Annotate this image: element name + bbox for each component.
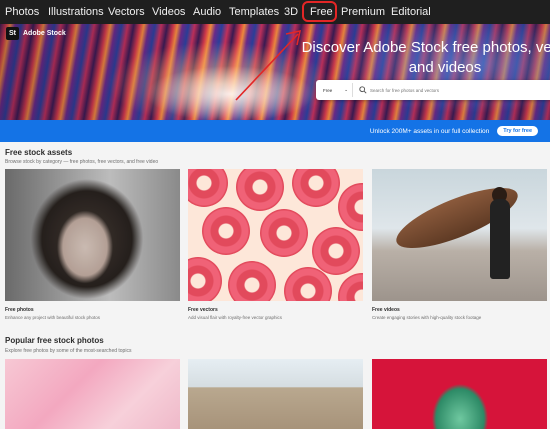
donut-icon [236, 169, 284, 211]
card-free-photos[interactable]: Free photos Enhance any project with bea… [5, 169, 180, 320]
donut-icon [188, 169, 228, 207]
section-title-free-assets: Free stock assets [5, 148, 73, 157]
card-title: Free vectors [188, 307, 218, 313]
adobe-stock-logo-icon: St [6, 27, 19, 40]
nav-templates[interactable]: Templates [229, 0, 279, 24]
popular-photo-thumbnail[interactable] [5, 359, 180, 429]
card-description: Enhance any project with beautiful stock… [5, 315, 101, 320]
section-subtitle-free-assets: Browse stock by category — free photos, … [5, 159, 159, 165]
nav-illustrations[interactable]: Illustrations [48, 0, 104, 24]
donut-icon [228, 261, 276, 301]
try-for-free-button[interactable]: Try for free [497, 126, 538, 136]
section-title-popular: Popular free stock photos [5, 336, 104, 345]
search-scope-value: Free [323, 87, 333, 93]
search-icon [359, 86, 367, 94]
nav-3d[interactable]: 3D [284, 0, 298, 24]
donut-icon [188, 257, 222, 301]
brand-name: Adobe Stock [23, 30, 66, 37]
nav-premium[interactable]: Premium [341, 0, 385, 24]
card-free-videos[interactable]: Free videos Create engaging stories with… [372, 169, 547, 320]
card-free-vectors[interactable]: Free vectors Add visual flair with royal… [188, 169, 363, 320]
surfer-shape [490, 199, 510, 279]
search-bar: Free ⌄ [316, 80, 550, 100]
section-subtitle-popular: Explore free photos by some of the most-… [5, 348, 132, 354]
popular-photo-thumbnail[interactable] [188, 359, 363, 429]
nav-photos[interactable]: Photos [5, 0, 39, 24]
promo-text: Unlock 200M+ assets in our full collecti… [369, 127, 490, 135]
free-vector-thumbnail[interactable] [188, 169, 363, 301]
donut-icon [338, 183, 363, 231]
nav-audio[interactable]: Audio [193, 0, 221, 24]
chevron-down-icon: ⌄ [344, 87, 348, 92]
hero-title: Discover Adobe Stock free photos, vector… [301, 39, 550, 76]
card-description: Add visual flair with royalty-free vecto… [188, 315, 283, 320]
free-video-thumbnail[interactable] [372, 169, 547, 301]
free-photo-thumbnail[interactable] [5, 169, 180, 301]
nav-videos[interactable]: Videos [152, 0, 185, 24]
donut-icon [202, 207, 250, 255]
donut-icon [312, 227, 360, 275]
nav-vectors[interactable]: Vectors [108, 0, 145, 24]
hero-banner: St Adobe Stock Discover Adobe Stock free… [0, 24, 550, 120]
category-nav: Photos Illustrations Vectors Videos Audi… [0, 0, 550, 24]
card-title: Free videos [372, 307, 400, 313]
card-description: Create engaging stories with high-qualit… [372, 315, 482, 320]
popular-photo-thumbnail[interactable] [372, 359, 547, 429]
card-title: Free photos [5, 307, 34, 313]
donut-icon [338, 273, 363, 301]
main-content: Free stock assets Browse stock by catego… [0, 142, 550, 429]
promo-banner: Unlock 200M+ assets in our full collecti… [0, 120, 550, 142]
donut-icon [260, 209, 308, 257]
brand[interactable]: St Adobe Stock [6, 27, 66, 40]
search-scope-dropdown[interactable]: Free ⌄ [319, 83, 353, 97]
donut-icon [292, 169, 340, 207]
annotation-highlight-free [302, 1, 337, 22]
nav-editorial[interactable]: Editorial [391, 0, 431, 24]
search-input[interactable] [370, 87, 540, 93]
